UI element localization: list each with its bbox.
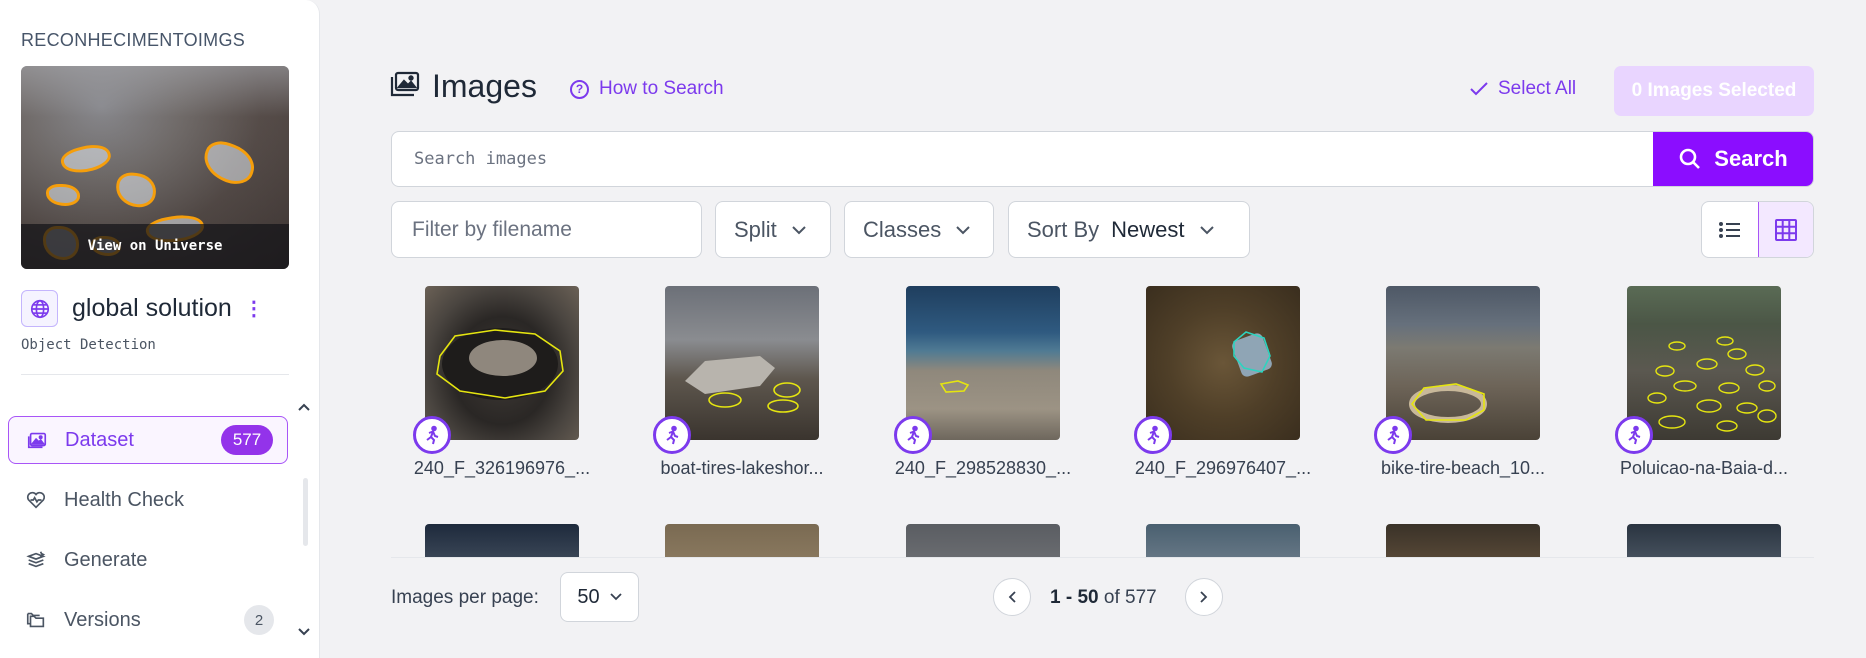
- per-page-value: 50: [577, 585, 600, 608]
- chevron-down-icon[interactable]: [298, 623, 310, 639]
- question-icon: ?: [570, 79, 589, 99]
- sidebar-item-health-check[interactable]: Health Check: [8, 476, 288, 524]
- images-selected-button[interactable]: 0 Images Selected: [1614, 66, 1814, 116]
- object-detection-icon: [413, 416, 451, 454]
- image-thumbnail[interactable]: [1627, 524, 1781, 557]
- folders-icon: [24, 608, 48, 632]
- classes-label: Classes: [863, 216, 942, 242]
- heart-pulse-icon: [24, 488, 48, 512]
- image-thumbnail[interactable]: [906, 286, 1060, 440]
- list-view-button[interactable]: [1702, 202, 1758, 257]
- view-toggle: [1701, 201, 1814, 258]
- image-thumbnail[interactable]: [1146, 286, 1300, 440]
- sidebar: RECONHECIMENTOIMGS View on Universe glob…: [0, 0, 320, 658]
- grid-view-button[interactable]: [1757, 202, 1813, 257]
- object-detection-icon: [1374, 416, 1412, 454]
- list-icon: [1718, 221, 1740, 238]
- image-thumbnail[interactable]: [1627, 286, 1781, 440]
- select-all-label: Select All: [1498, 78, 1577, 99]
- sidebar-item-dataset[interactable]: Dataset 577: [8, 416, 288, 464]
- divider: [21, 374, 289, 375]
- per-page-label: Images per page:: [391, 587, 539, 608]
- project-menu-icon[interactable]: ⋮: [244, 299, 264, 319]
- filename-filter-input[interactable]: [391, 201, 702, 258]
- object-detection-icon: [653, 416, 691, 454]
- dataset-count-badge: 577: [221, 425, 273, 455]
- search-icon: [1679, 148, 1701, 169]
- globe-icon: [21, 290, 58, 327]
- image-thumbnail[interactable]: [1146, 524, 1300, 557]
- project-title: global solution: [72, 294, 232, 322]
- object-detection-icon: [894, 416, 932, 454]
- versions-count-badge: 2: [244, 605, 274, 635]
- chevron-right-icon: [1200, 591, 1208, 603]
- image-thumbnail[interactable]: [425, 524, 579, 557]
- sidebar-item-label: Versions: [64, 608, 141, 631]
- classes-dropdown[interactable]: Classes: [844, 201, 994, 258]
- image-filename: 240_F_298528830_...: [894, 458, 1072, 478]
- image-thumbnail[interactable]: [425, 286, 579, 440]
- sort-dropdown[interactable]: Sort By Newest: [1008, 201, 1250, 258]
- images-icon: [390, 71, 420, 102]
- sidebar-item-label: Generate: [64, 548, 148, 571]
- layers-icon: [24, 548, 48, 572]
- sidebar-item-generate[interactable]: Generate: [8, 536, 288, 584]
- pagination-status: 1 - 50 of 577: [1050, 587, 1157, 609]
- split-dropdown[interactable]: Split: [715, 201, 831, 258]
- chevron-left-icon: [1008, 591, 1016, 603]
- workspace-name[interactable]: RECONHECIMENTOIMGS: [21, 30, 245, 51]
- images-icon: [25, 428, 49, 452]
- sidebar-item-label: Health Check: [64, 488, 185, 511]
- select-all-button[interactable]: Select All: [1470, 78, 1576, 100]
- image-filename: bike-tire-beach_10...: [1380, 458, 1546, 478]
- sidebar-item-versions[interactable]: Versions 2: [8, 596, 288, 644]
- sidebar-item-label: Dataset: [65, 428, 134, 451]
- search-input[interactable]: [392, 132, 1654, 186]
- per-page-select[interactable]: 50: [560, 572, 639, 622]
- image-filename: Poluicao-na-Baia-d...: [1619, 458, 1789, 478]
- chevron-up-icon[interactable]: [298, 398, 310, 414]
- image-thumbnail[interactable]: [1386, 286, 1540, 440]
- sort-label: Sort By: [1027, 216, 1100, 242]
- chevron-down-icon: [609, 593, 622, 601]
- chevron-down-icon: [1199, 225, 1214, 234]
- check-icon: [1470, 82, 1488, 96]
- image-grid: 240_F_326196976_... boat-tires-lakeshor.…: [391, 282, 1814, 558]
- how-to-search-link[interactable]: ? How to Search: [570, 78, 724, 100]
- project-thumbnail[interactable]: View on Universe: [21, 66, 289, 269]
- image-filename: 240_F_326196976_...: [413, 458, 591, 478]
- search-button-label: Search: [1714, 146, 1788, 171]
- image-thumbnail[interactable]: [665, 524, 819, 557]
- image-thumbnail[interactable]: [906, 524, 1060, 557]
- page-title: Images: [432, 68, 537, 104]
- sidebar-scrollbar[interactable]: [303, 478, 308, 546]
- image-filename: 240_F_296976407_...: [1134, 458, 1312, 478]
- image-card[interactable]: 240_F_296976407_...: [1134, 286, 1311, 478]
- page-range: 1 - 50: [1050, 587, 1099, 608]
- next-page-button[interactable]: [1185, 578, 1223, 616]
- how-to-search-label: How to Search: [599, 78, 724, 99]
- image-thumbnail[interactable]: [1386, 524, 1540, 557]
- search-bar: Search: [391, 131, 1814, 187]
- view-on-universe-label[interactable]: View on Universe: [21, 224, 289, 269]
- image-card[interactable]: 240_F_326196976_...: [413, 286, 590, 478]
- search-button[interactable]: Search: [1653, 132, 1813, 186]
- of-label: of: [1103, 587, 1120, 608]
- object-detection-icon: [1615, 416, 1653, 454]
- chevron-down-icon: [956, 225, 970, 234]
- chevron-down-icon: [792, 225, 806, 234]
- image-card[interactable]: Poluicao-na-Baia-d...: [1615, 286, 1788, 478]
- image-filename: boat-tires-lakeshor...: [660, 458, 824, 478]
- image-thumbnail[interactable]: [665, 286, 819, 440]
- split-label: Split: [734, 216, 777, 242]
- image-card[interactable]: bike-tire-beach_10...: [1374, 286, 1545, 478]
- image-card[interactable]: 240_F_298528830_...: [894, 286, 1071, 478]
- sort-value: Newest: [1111, 216, 1185, 242]
- image-card[interactable]: boat-tires-lakeshor...: [653, 286, 824, 478]
- project-type: Object Detection: [21, 337, 156, 353]
- previous-page-button[interactable]: [993, 578, 1031, 616]
- total-count: 577: [1125, 587, 1157, 608]
- grid-icon: [1774, 218, 1797, 241]
- object-detection-icon: [1134, 416, 1172, 454]
